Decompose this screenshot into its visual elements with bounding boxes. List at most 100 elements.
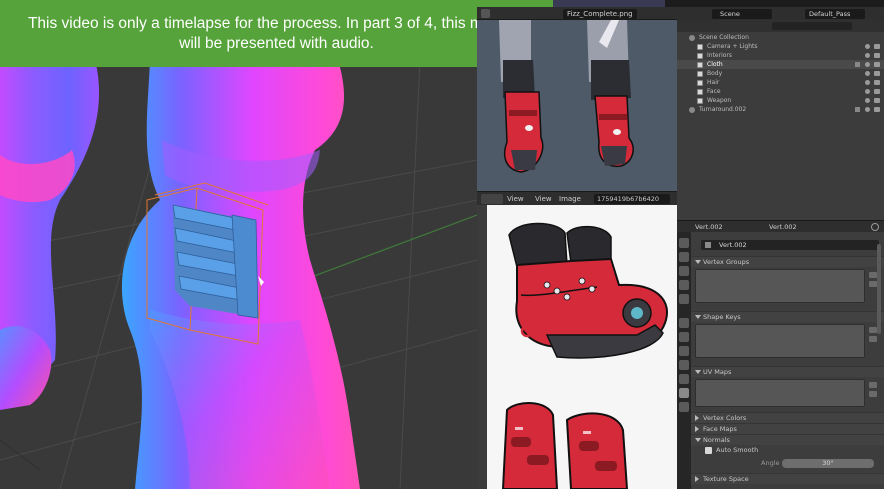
camera-icon[interactable] (874, 80, 880, 85)
exclude-checkbox[interactable] (697, 88, 703, 95)
angle-field[interactable]: 30° (782, 459, 874, 468)
panel-vertex-groups[interactable]: Vertex Groups (691, 256, 884, 267)
editor-type-button[interactable] (481, 194, 503, 204)
outliner-row-weapon[interactable]: Weapon (677, 96, 884, 105)
chevron-down-icon (695, 370, 701, 374)
exclude-checkbox[interactable] (697, 52, 703, 59)
chevron-right-icon (695, 476, 699, 482)
panel-normals[interactable]: Normals (691, 434, 884, 445)
editor-type-icon[interactable] (481, 9, 490, 18)
tab-modifiers[interactable] (679, 332, 689, 342)
tab-output[interactable] (679, 252, 689, 262)
panel-texture-space[interactable]: Texture Space (691, 473, 884, 484)
menu-view-1[interactable]: View (507, 194, 524, 204)
remove-icon[interactable] (869, 336, 877, 342)
eye-icon[interactable] (865, 80, 870, 85)
remove-icon[interactable] (869, 281, 877, 287)
tab-scene[interactable] (679, 280, 689, 290)
outliner-row-body[interactable]: Body (677, 69, 884, 78)
tab-constraints[interactable] (679, 374, 689, 384)
image-editor-sketch[interactable] (477, 205, 677, 489)
camera-icon[interactable] (874, 62, 880, 67)
outliner-search-input[interactable] (772, 22, 852, 30)
camera-icon[interactable] (874, 53, 880, 58)
outliner-row-label: Cloth (707, 61, 723, 68)
panel-label: Vertex Groups (703, 258, 750, 266)
panel-vertex-colors[interactable]: Vertex Colors (691, 412, 884, 423)
image-editor-bottom-header: View View Image 1759419b67b6420 (477, 191, 677, 205)
chevron-right-icon (695, 415, 699, 421)
outliner-row-label: Face (707, 88, 721, 95)
top-bar (553, 0, 884, 7)
outliner-row-label: Interiors (707, 52, 733, 59)
tab-view-layer[interactable] (679, 266, 689, 276)
menu-image[interactable]: Image (559, 194, 581, 204)
panel-face-maps[interactable]: Face Maps (691, 423, 884, 434)
auto-smooth-label: Auto Smooth (716, 446, 759, 454)
camera-icon[interactable] (874, 71, 880, 76)
camera-icon[interactable] (874, 89, 880, 94)
camera-icon[interactable] (874, 107, 880, 112)
tab-mesh-data[interactable] (679, 388, 689, 398)
uv-maps-list[interactable] (695, 379, 865, 407)
outliner-row-interiors[interactable]: Interiors (677, 51, 884, 60)
tab-material[interactable] (679, 402, 689, 412)
eye-icon[interactable] (865, 53, 870, 58)
image-filename[interactable]: Fizz_Complete.png (563, 9, 637, 19)
pin-icon[interactable] (871, 223, 879, 231)
outliner-row-camera-lights[interactable]: Camera + Lights (677, 42, 884, 51)
image-browse-field[interactable]: 1759419b67b6420 (594, 194, 670, 204)
view-layer-selector[interactable]: Default_Pass (805, 9, 865, 19)
eye-icon[interactable] (865, 98, 870, 103)
add-icon[interactable] (869, 327, 877, 333)
exclude-checkbox[interactable] (697, 79, 703, 86)
outliner-row-hair[interactable]: Hair (677, 78, 884, 87)
panel-label: Vertex Colors (703, 414, 747, 422)
exclude-checkbox[interactable] (697, 43, 703, 50)
outliner-row-turnaround[interactable]: Turnaround.002 (677, 105, 884, 114)
eye-icon[interactable] (865, 44, 870, 49)
properties-scrollbar[interactable] (877, 244, 881, 334)
tab-render[interactable] (679, 238, 689, 248)
outliner-row-scene-collection[interactable]: Scene Collection (677, 33, 884, 42)
outliner-row-face[interactable]: Face (677, 87, 884, 96)
outliner-row-label: Turnaround.002 (699, 106, 747, 113)
add-icon[interactable] (869, 272, 877, 278)
breadcrumb-mesh[interactable]: Vert.002 (769, 223, 797, 232)
remove-icon[interactable] (869, 391, 877, 397)
tab-object[interactable] (679, 318, 689, 328)
tab-physics[interactable] (679, 360, 689, 370)
3d-viewport[interactable] (0, 0, 477, 489)
tab-particles[interactable] (679, 346, 689, 356)
menu-view-2[interactable]: View (535, 194, 552, 204)
eye-icon[interactable] (865, 62, 870, 67)
exclude-checkbox[interactable] (697, 70, 703, 77)
mesh-name-value: Vert.002 (719, 241, 747, 249)
vertex-groups-list[interactable] (695, 269, 865, 303)
outliner-row-label: Scene Collection (699, 34, 749, 41)
panel-shape-keys[interactable]: Shape Keys (691, 311, 884, 322)
eye-icon[interactable] (865, 89, 870, 94)
collection-icon (689, 34, 695, 41)
strap-mesh[interactable] (172, 204, 259, 319)
eye-icon[interactable] (865, 71, 870, 76)
exclude-checkbox[interactable] (697, 61, 703, 68)
object-icon (689, 106, 695, 113)
auto-smooth-checkbox[interactable] (705, 447, 712, 454)
select-arrow-icon[interactable] (855, 107, 860, 112)
panel-uv-maps[interactable]: UV Maps (691, 366, 884, 377)
outliner-row-cloth[interactable]: Cloth (677, 60, 884, 69)
image-editor-render[interactable] (477, 20, 677, 191)
mesh-name-field[interactable]: Vert.002 (701, 240, 879, 250)
select-arrow-icon[interactable] (855, 62, 860, 67)
add-icon[interactable] (869, 382, 877, 388)
camera-icon[interactable] (874, 98, 880, 103)
eye-icon[interactable] (865, 107, 870, 112)
tab-world[interactable] (679, 294, 689, 304)
shape-keys-list[interactable] (695, 324, 865, 358)
scene-selector[interactable]: Scene (712, 9, 772, 19)
outliner-row-label: Hair (707, 79, 720, 86)
camera-icon[interactable] (874, 44, 880, 49)
breadcrumb-object[interactable]: Vert.002 (695, 223, 723, 232)
exclude-checkbox[interactable] (697, 97, 703, 104)
